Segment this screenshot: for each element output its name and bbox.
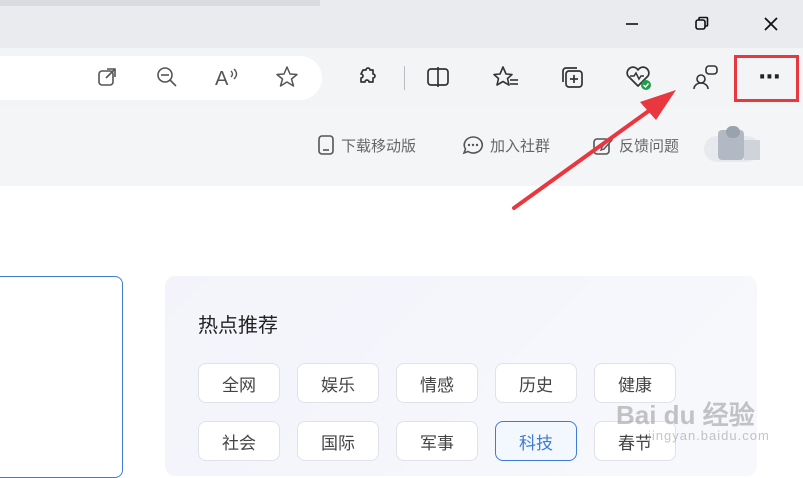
watermark-logo: Bai du 经验 bbox=[616, 400, 755, 430]
watermark-url: jingyan.baidu.com bbox=[648, 428, 770, 443]
